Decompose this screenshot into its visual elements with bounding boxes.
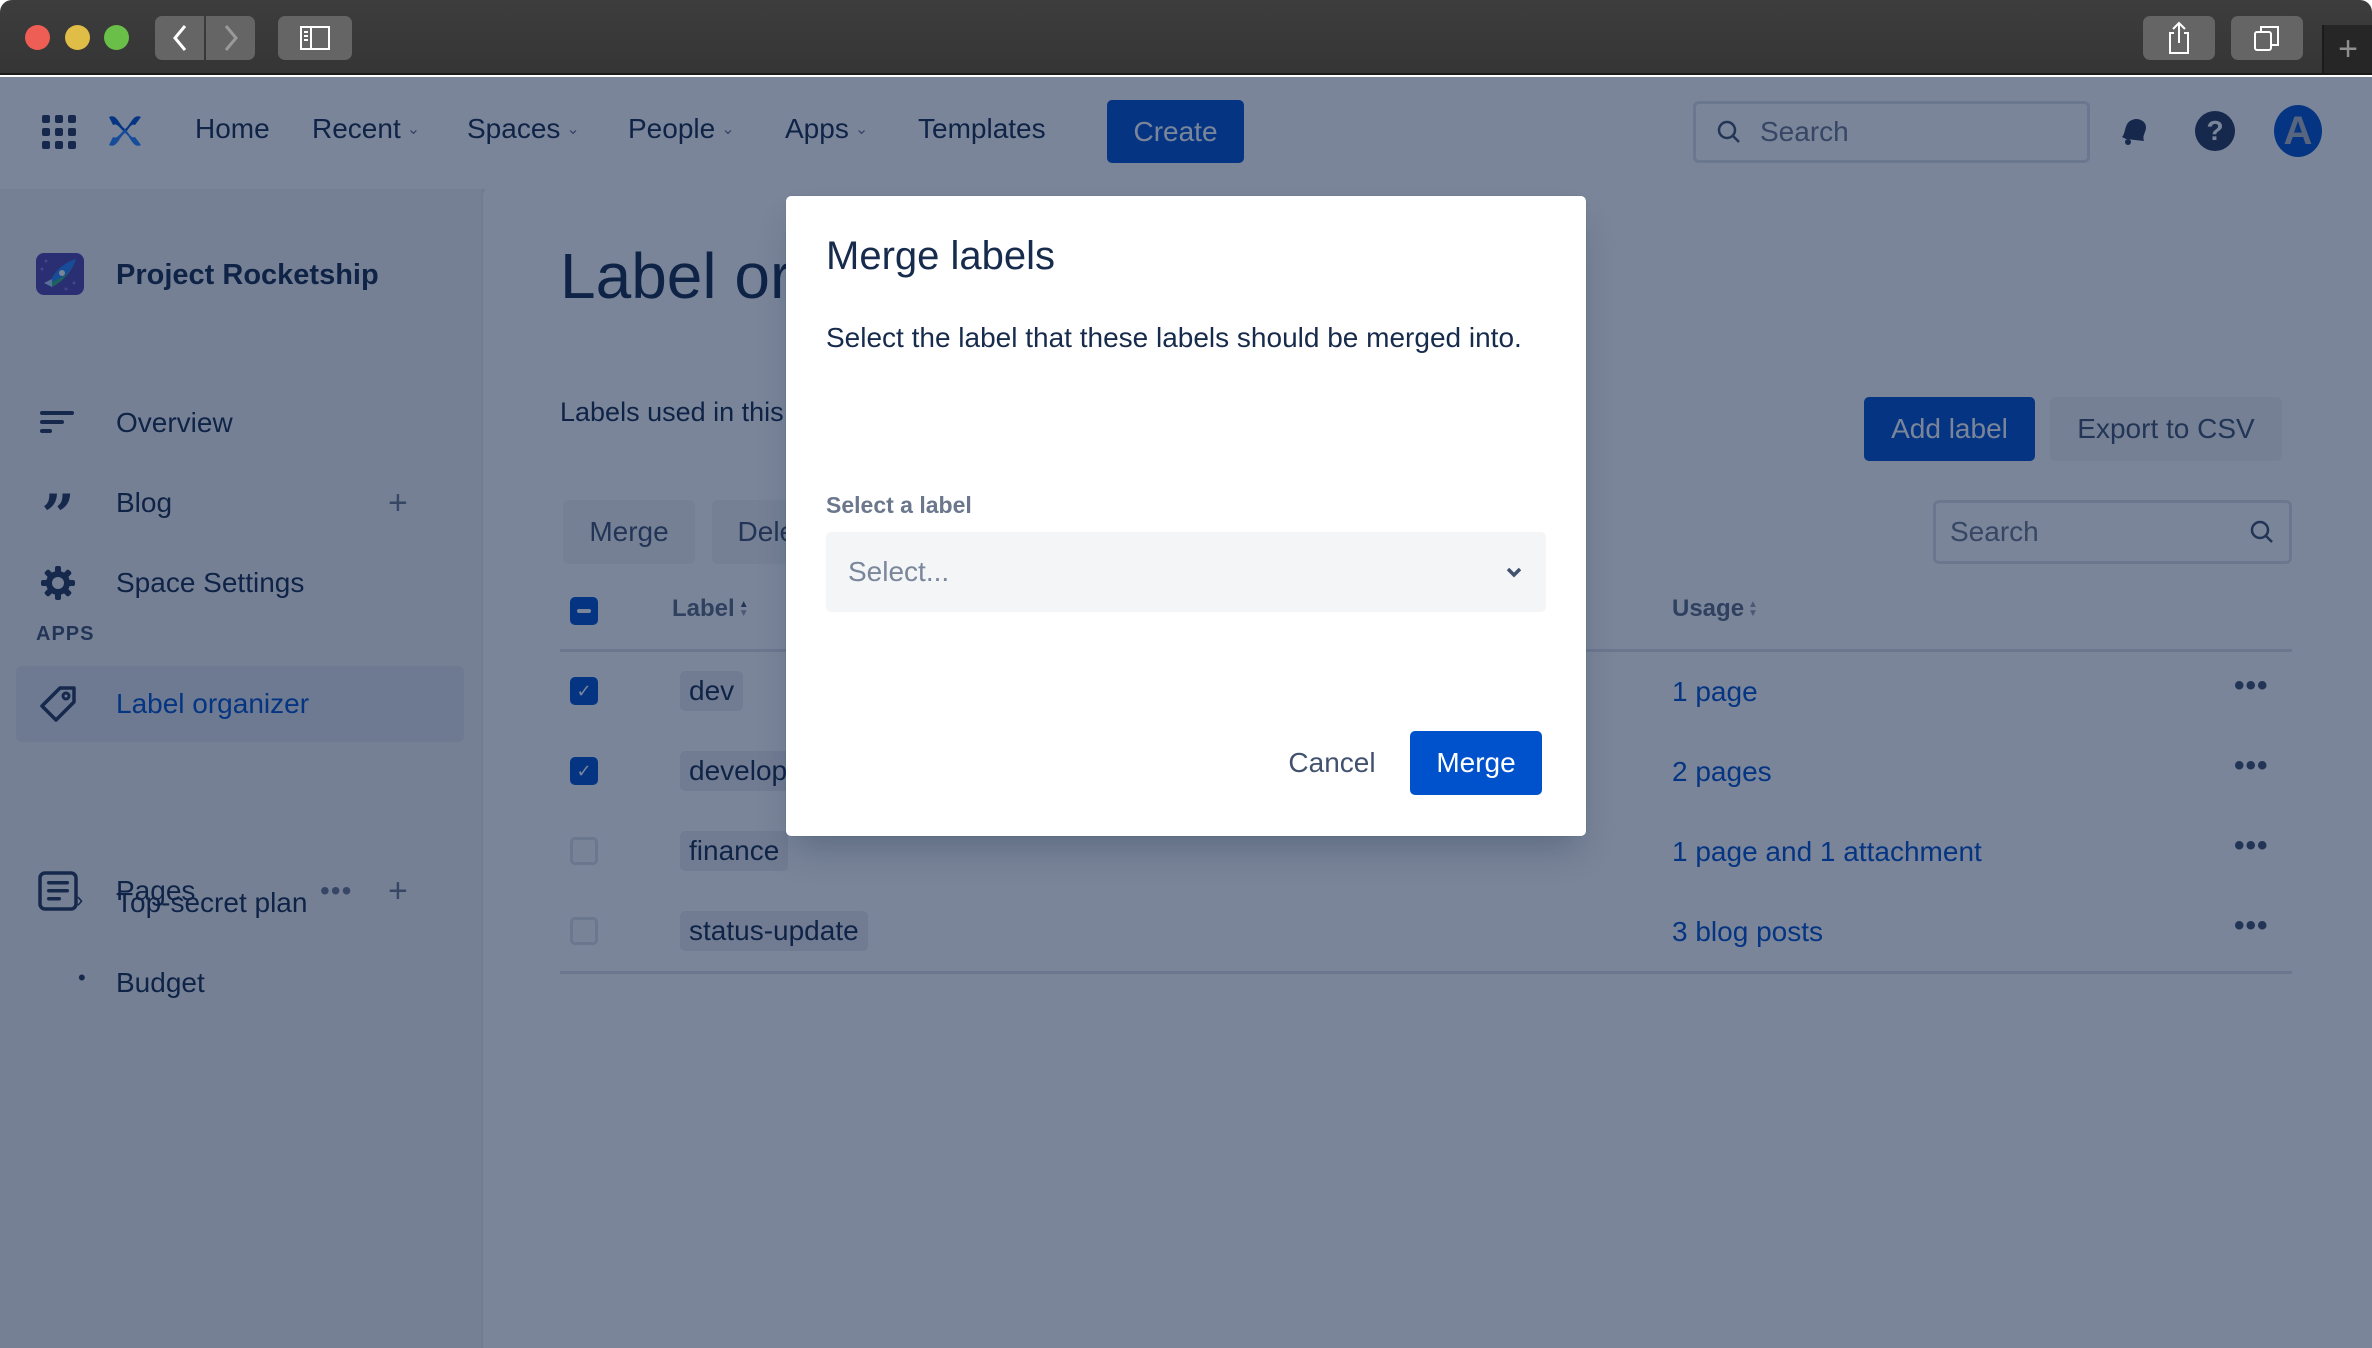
zoom-window-button[interactable] <box>104 25 129 50</box>
browser-titlebar: + <box>0 0 2372 75</box>
tabs-icon <box>2254 26 2279 51</box>
forward-button[interactable] <box>206 16 255 60</box>
sidebar-icon <box>300 26 330 50</box>
chevron-down-icon <box>1506 567 1522 578</box>
chevron-right-icon <box>224 25 238 51</box>
tab-overview-button[interactable] <box>2231 16 2303 60</box>
label-select-dropdown[interactable]: Select... <box>826 532 1546 612</box>
chevron-left-icon <box>172 25 186 51</box>
share-button[interactable] <box>2143 16 2215 60</box>
share-icon <box>2169 21 2189 54</box>
close-window-button[interactable] <box>25 25 50 50</box>
back-button[interactable] <box>155 16 204 60</box>
new-tab-button[interactable]: + <box>2322 25 2372 73</box>
cancel-button[interactable]: Cancel <box>1252 731 1412 795</box>
confirm-merge-button[interactable]: Merge <box>1410 731 1542 795</box>
plus-icon: + <box>2338 29 2358 68</box>
select-label-field-label: Select a label <box>826 492 972 518</box>
select-placeholder: Select... <box>848 556 950 587</box>
merge-labels-dialog: Merge labels Select the label that these… <box>786 196 1586 836</box>
dialog-description: Select the label that these labels shoul… <box>826 322 1522 353</box>
sidebar-toggle-button[interactable] <box>278 16 352 60</box>
dialog-title: Merge labels <box>826 234 1056 278</box>
minimize-window-button[interactable] <box>65 25 90 50</box>
